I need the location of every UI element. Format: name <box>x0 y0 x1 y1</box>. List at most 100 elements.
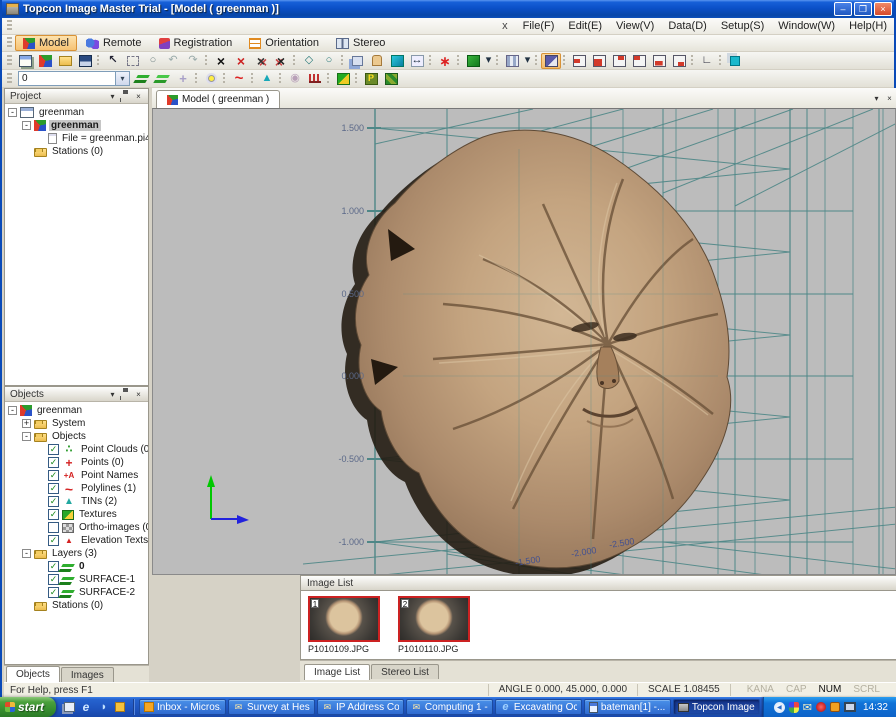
tin-button[interactable]: ▲ <box>257 71 277 87</box>
security-shield-icon[interactable] <box>789 702 799 713</box>
open-button[interactable] <box>55 53 75 69</box>
mode-registration-button[interactable]: Registration <box>151 35 241 51</box>
photo-grid-button[interactable]: P <box>361 71 381 87</box>
close-icon[interactable]: × <box>132 388 145 400</box>
delete-inside-button[interactable]: × <box>251 53 271 69</box>
view-top-button[interactable] <box>629 53 649 69</box>
outlook-icon[interactable] <box>115 702 125 712</box>
image-thumbnail-item[interactable]: 2 P1010110.JPG <box>398 596 470 659</box>
texture-button[interactable] <box>333 71 353 87</box>
polyline-button[interactable]: ~ <box>229 71 249 87</box>
register-point-button[interactable]: + <box>173 71 193 87</box>
toolbar-button[interactable] <box>427 53 435 69</box>
expander-icon[interactable] <box>8 406 17 415</box>
visibility-checkbox[interactable] <box>48 522 59 533</box>
expander-icon[interactable] <box>22 121 31 130</box>
messenger-icon[interactable] <box>830 702 840 712</box>
menu-file[interactable]: File(F) <box>516 18 562 34</box>
delete-red-button[interactable]: × <box>231 53 251 69</box>
expander-icon[interactable] <box>22 549 31 558</box>
tree-item[interactable]: Elevation Texts (0) <box>5 534 148 547</box>
wireframe-sphere-button[interactable]: ○ <box>319 53 339 69</box>
visibility-checkbox[interactable] <box>48 483 59 494</box>
close-button[interactable]: × <box>874 2 892 16</box>
antivirus-icon[interactable] <box>816 702 826 712</box>
toolbar-button[interactable] <box>291 53 299 69</box>
visibility-checkbox[interactable] <box>48 535 59 546</box>
mode-model-button[interactable]: Model <box>15 35 77 51</box>
toolbar-button[interactable] <box>325 71 333 87</box>
image-view-button[interactable] <box>541 53 561 69</box>
show-desktop-icon[interactable] <box>64 702 75 712</box>
tree-item[interactable]: 0 <box>5 560 148 573</box>
tab-objects[interactable]: Objects <box>6 666 60 682</box>
new-model-button[interactable] <box>35 53 55 69</box>
tree-item[interactable]: Stations (0) <box>5 599 148 612</box>
tab-stereo-list[interactable]: Stereo List <box>371 664 439 679</box>
visibility-checkbox[interactable] <box>48 496 59 507</box>
toolbar-button[interactable] <box>455 53 463 69</box>
thumbnail-image[interactable]: 1 <box>308 596 380 642</box>
task-bateman[interactable]: bateman[1] -... <box>584 699 671 715</box>
image-thumbnail-item[interactable]: 1 P1010109.JPG <box>308 596 380 659</box>
tree-item[interactable]: Point Names <box>5 469 148 482</box>
tree-item[interactable]: TINs (2) <box>5 495 148 508</box>
menu-view[interactable]: View(V) <box>609 18 661 34</box>
delete-button[interactable]: × <box>211 53 231 69</box>
save-button[interactable] <box>75 53 95 69</box>
menu-help[interactable]: Help(H) <box>842 18 894 34</box>
pin-icon[interactable] <box>119 388 132 400</box>
view-back-button[interactable] <box>609 53 629 69</box>
view-left-button[interactable] <box>569 53 589 69</box>
task-ip-address[interactable]: ✉ IP Address Co... <box>317 699 404 715</box>
tab-images[interactable]: Images <box>61 667 114 682</box>
layer-settings-button[interactable] <box>133 71 153 87</box>
tree-item[interactable]: Ortho-images (0) <box>5 521 148 534</box>
menu-data[interactable]: Data(D) <box>661 18 714 34</box>
tree-item[interactable]: Points (0) <box>5 456 148 469</box>
visibility-checkbox[interactable] <box>48 574 59 585</box>
task-survey[interactable]: ✉ Survey at Hes... <box>228 699 315 715</box>
chevron-down-icon[interactable]: ▾ <box>106 388 119 400</box>
grid-display-button[interactable] <box>502 53 522 69</box>
grid-dropdown[interactable]: ▾ <box>522 53 533 69</box>
shading-dropdown[interactable]: ▾ <box>483 53 494 69</box>
toolbar-button[interactable] <box>249 71 257 87</box>
task-computing[interactable]: ✉ Computing 1 -... <box>406 699 493 715</box>
mdi-close-icon[interactable]: x <box>494 20 516 32</box>
collapse-tray-icon[interactable]: ◀ <box>774 702 785 713</box>
polygon-select-button[interactable]: ○ <box>143 53 163 69</box>
redo-button[interactable]: ↷ <box>183 53 203 69</box>
axis-button[interactable]: ∟ <box>697 53 717 69</box>
view-front-button[interactable] <box>589 53 609 69</box>
rotate-button[interactable] <box>387 53 407 69</box>
toolbar-button[interactable] <box>353 71 361 87</box>
expander-icon[interactable] <box>8 108 17 117</box>
walkthrough-button[interactable] <box>725 53 745 69</box>
toolbar-button[interactable] <box>533 53 541 69</box>
start-button[interactable]: start <box>0 697 56 717</box>
toolbar-button[interactable] <box>689 53 697 69</box>
pin-icon[interactable] <box>119 90 132 102</box>
model-document-tab[interactable]: Model ( greenman ) <box>156 90 280 108</box>
toolbar-button[interactable] <box>277 71 285 87</box>
shading-mode-button[interactable] <box>463 53 483 69</box>
tree-item[interactable]: SURFACE-1 <box>5 573 148 586</box>
expander-icon[interactable] <box>22 419 31 428</box>
wireframe-cube-button[interactable]: ◇ <box>299 53 319 69</box>
visibility-checkbox[interactable] <box>48 470 59 481</box>
chevron-down-icon[interactable]: ▾ <box>870 92 883 104</box>
combo-dropdown-icon[interactable]: ▾ <box>115 72 129 85</box>
layer-manager-button[interactable] <box>153 71 173 87</box>
close-icon[interactable]: × <box>883 92 896 104</box>
menu-setup[interactable]: Setup(S) <box>714 18 771 34</box>
tree-item[interactable]: SURFACE-2 <box>5 586 148 599</box>
rect-select-button[interactable] <box>123 53 143 69</box>
ortho-grid-button[interactable] <box>381 71 401 87</box>
tree-item[interactable]: Point Clouds (0) <box>5 443 148 456</box>
select-button[interactable]: ↖ <box>103 53 123 69</box>
tree-item[interactable]: Textures <box>5 508 148 521</box>
contour-button[interactable]: ◉ <box>285 71 305 87</box>
pan-button[interactable] <box>367 53 387 69</box>
chevron-down-icon[interactable]: ▾ <box>106 90 119 102</box>
